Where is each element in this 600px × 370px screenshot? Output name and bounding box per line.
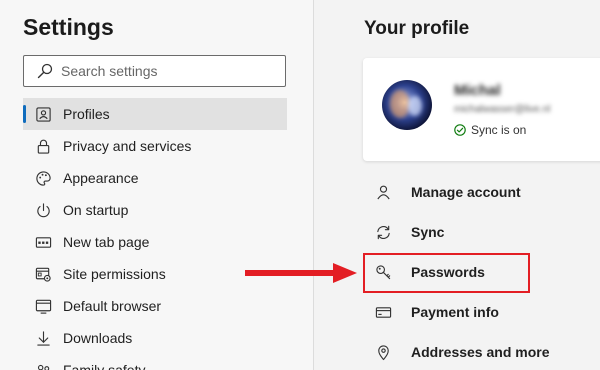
nav-item-label: Family safety [63, 362, 146, 370]
nav-item-label: Privacy and services [63, 138, 192, 154]
menu-item-label: Addresses and more [411, 344, 550, 360]
browser-icon [34, 297, 52, 315]
sync-icon [374, 223, 392, 241]
profile-card: Michal michalwasser@live.nl Sync is on [363, 58, 600, 161]
family-icon [34, 361, 52, 370]
location-icon [374, 343, 392, 361]
search-icon [37, 63, 53, 79]
profile-email: michalwasser@live.nl [454, 104, 551, 115]
settings-nav: Profiles Privacy and services Appearance… [23, 98, 287, 370]
search-input[interactable] [61, 63, 271, 79]
nav-item-appearance[interactable]: Appearance [23, 162, 287, 194]
settings-title: Settings [23, 14, 114, 40]
nav-item-label: Downloads [63, 330, 133, 346]
menu-item-label: Sync [411, 224, 445, 240]
profile-name: Michal [454, 82, 501, 99]
menu-item-sync[interactable]: Sync [364, 212, 594, 252]
settings-sidebar: Settings Profiles Privacy and services A… [0, 0, 313, 370]
nav-item-label: Profiles [63, 106, 110, 122]
power-icon [34, 201, 52, 219]
nav-item-privacy[interactable]: Privacy and services [23, 130, 287, 162]
nav-item-label: Appearance [63, 170, 139, 186]
nav-item-label: On startup [63, 202, 129, 218]
menu-item-label: Payment info [411, 304, 499, 320]
page-title: Your profile [364, 18, 470, 39]
nav-item-label: Default browser [63, 298, 162, 314]
nav-item-on-startup[interactable]: On startup [23, 194, 287, 226]
nav-item-family-safety[interactable]: Family safety [23, 354, 287, 370]
pointer-arrow-icon [245, 263, 357, 283]
nav-item-new-tab[interactable]: New tab page [23, 226, 287, 258]
search-box[interactable] [23, 55, 286, 87]
person-icon [374, 183, 392, 201]
nav-item-downloads[interactable]: Downloads [23, 322, 287, 354]
check-circle-icon [454, 124, 466, 136]
avatar [382, 80, 432, 130]
nav-item-default-browser[interactable]: Default browser [23, 290, 287, 322]
nav-item-label: Site permissions [63, 266, 166, 282]
site-permissions-icon [34, 265, 52, 283]
download-icon [34, 329, 52, 347]
card-icon [374, 303, 392, 321]
menu-item-payment-info[interactable]: Payment info [364, 292, 594, 332]
menu-item-addresses[interactable]: Addresses and more [364, 332, 594, 370]
nav-item-label: New tab page [63, 234, 150, 250]
palette-icon [34, 169, 52, 187]
new-tab-icon [34, 233, 52, 251]
profile-pane: Your profile Michal michalwasser@live.nl… [314, 0, 600, 370]
lock-icon [34, 137, 52, 155]
nav-item-profiles[interactable]: Profiles [23, 98, 287, 130]
passwords-highlight-box [363, 253, 530, 293]
menu-item-manage-account[interactable]: Manage account [364, 172, 594, 212]
profile-card-icon [34, 105, 52, 123]
sync-status-text: Sync is on [471, 123, 527, 137]
sync-status: Sync is on [454, 123, 526, 137]
menu-item-label: Manage account [411, 184, 521, 200]
